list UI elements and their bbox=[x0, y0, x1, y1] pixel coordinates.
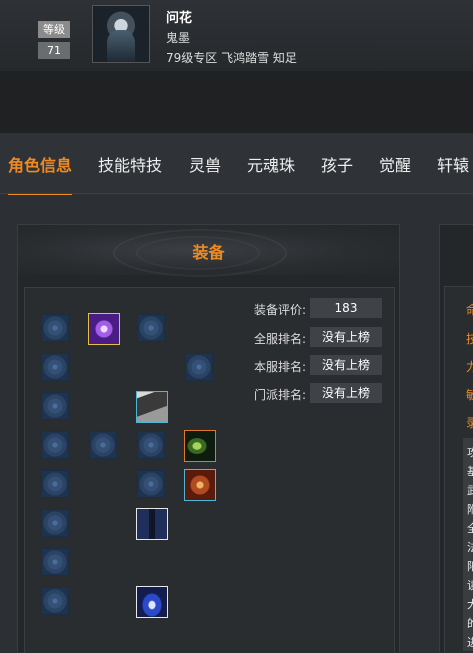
level-value: 71 bbox=[38, 42, 70, 59]
stat-label-global-rank: 全服排名: bbox=[253, 332, 306, 346]
tab-pets[interactable]: 灵兽 bbox=[189, 133, 221, 193]
equipment-slot-boots[interactable] bbox=[136, 586, 168, 618]
tab-soul-orbs[interactable]: 元魂珠 bbox=[247, 133, 295, 193]
equipment-slot[interactable] bbox=[41, 587, 69, 615]
equipment-slot[interactable] bbox=[185, 353, 213, 381]
equipment-slot-pants[interactable] bbox=[136, 508, 168, 540]
description-text: 全 bbox=[467, 522, 473, 535]
attribute-label: 技 bbox=[466, 332, 473, 346]
equipment-slot-orb-accessory[interactable] bbox=[184, 469, 216, 501]
equipment-slot[interactable] bbox=[41, 392, 69, 420]
equipment-slot[interactable] bbox=[41, 509, 69, 537]
attribute-label: 力 bbox=[466, 360, 473, 374]
character-name: 问花 bbox=[166, 11, 193, 26]
description-text: 读 bbox=[467, 579, 473, 592]
stat-label-rating: 装备评价: bbox=[253, 303, 306, 317]
equipment-slot-armor[interactable] bbox=[136, 391, 168, 423]
tab-skills[interactable]: 技能特技 bbox=[98, 133, 162, 193]
stat-value-server-rank: 没有上榜 bbox=[310, 355, 382, 375]
header-divider-band bbox=[0, 71, 473, 133]
tab-bar-underline bbox=[0, 193, 473, 194]
description-text: 进 bbox=[467, 636, 473, 649]
stat-label-server-rank: 本服排名: bbox=[253, 360, 306, 374]
description-text: 武 bbox=[467, 484, 473, 497]
tab-xuanyuan[interactable]: 轩辕 bbox=[437, 133, 469, 193]
description-text: 基 bbox=[467, 465, 473, 478]
equipment-title-band: 装备 bbox=[18, 225, 399, 277]
tab-children[interactable]: 孩子 bbox=[321, 133, 353, 193]
equipment-title: 装备 bbox=[192, 243, 225, 262]
tab-character-info[interactable]: 角色信息 bbox=[8, 133, 73, 195]
tab-bar: 角色信息 技能特技 灵兽 元魂珠 孩子 觉醒 轩辕 bbox=[0, 133, 473, 195]
description-text: 的 bbox=[467, 617, 473, 630]
equipment-slot[interactable] bbox=[41, 314, 69, 342]
attribute-label: 敏 bbox=[466, 388, 473, 402]
equipment-slot-purple-orb[interactable] bbox=[88, 313, 120, 345]
equipment-slot[interactable] bbox=[41, 470, 69, 498]
description-text: 大 bbox=[467, 598, 473, 611]
description-text: 法 bbox=[467, 541, 473, 554]
equipment-slot[interactable] bbox=[137, 314, 165, 342]
stat-value-faction-rank: 没有上榜 bbox=[310, 383, 382, 403]
tab-awakening[interactable]: 觉醒 bbox=[379, 133, 411, 193]
stat-value-global-rank: 没有上榜 bbox=[310, 327, 382, 347]
server-info: 79级专区 飞鸿踏雪 知足 bbox=[166, 51, 297, 65]
equipment-slot[interactable] bbox=[41, 548, 69, 576]
attribute-label: 命 bbox=[466, 303, 473, 317]
equipment-slot[interactable] bbox=[89, 431, 117, 459]
level-label: 等级 bbox=[38, 21, 70, 38]
equipment-slot[interactable] bbox=[137, 431, 165, 459]
character-avatar bbox=[92, 5, 150, 63]
equipment-slot[interactable] bbox=[41, 431, 69, 459]
equipment-slot[interactable] bbox=[41, 353, 69, 381]
stat-value-rating: 183 bbox=[310, 298, 382, 318]
description-text: 阳 bbox=[467, 560, 473, 573]
attribute-label: 录 bbox=[466, 416, 473, 430]
character-class: 鬼墨 bbox=[166, 31, 191, 45]
equipment-slot-green-weapon[interactable] bbox=[184, 430, 216, 462]
character-header: 等级 71 问花 鬼墨 79级专区 飞鸿踏雪 知足 bbox=[0, 0, 473, 71]
stat-label-faction-rank: 门派排名: bbox=[253, 388, 306, 402]
equipment-slot[interactable] bbox=[137, 470, 165, 498]
description-text: 附 bbox=[467, 503, 473, 516]
description-text: 攻 bbox=[467, 446, 473, 459]
